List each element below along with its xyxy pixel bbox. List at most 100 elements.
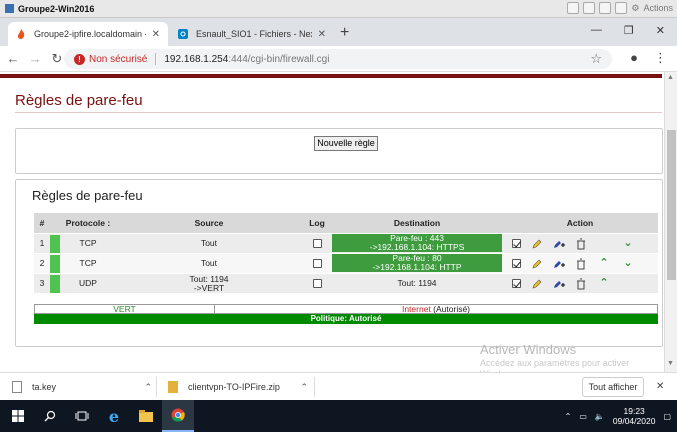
copy-rule-icon[interactable] (553, 258, 565, 270)
file-explorer-icon[interactable] (130, 400, 162, 432)
download-divider (156, 377, 157, 397)
col-destination: Destination (393, 217, 441, 228)
nextcloud-icon (178, 29, 188, 39)
clock-time: 19:23 (623, 406, 645, 416)
row-protocol: TCP (79, 238, 97, 249)
policy-bar: Politique: Autorisé (34, 314, 658, 324)
vm-tool-icon[interactable] (583, 2, 596, 14)
show-all-button[interactable]: Tout afficher (582, 377, 644, 397)
move-down-icon[interactable]: ⌄ (621, 237, 635, 250)
address-bar: ← → ↻ ! Non sécurisé 192.168.1.254 :444/… (0, 46, 677, 72)
forward-arrow-icon[interactable]: → (24, 51, 46, 66)
download-name: clientvpn-TO-IPFire.zip (188, 382, 280, 392)
delete-trash-icon[interactable] (575, 258, 587, 270)
download-item[interactable]: clientvpn-TO-IPFire.zip ⌃ (168, 378, 308, 396)
log-checkbox[interactable] (302, 274, 332, 293)
table-header: # Protocole : Source Log Destination Act… (34, 213, 658, 233)
close-tab-icon[interactable]: ✕ (318, 29, 326, 40)
activation-watermark-title: Activer Windows (480, 342, 577, 357)
move-up-icon[interactable]: ⌃ (597, 277, 611, 290)
vm-title-bar: Groupe2-Win2016 ⚙ Actions (0, 0, 677, 18)
internet-explorer-icon[interactable]: e (98, 400, 130, 432)
zip-file-icon (168, 381, 178, 393)
delete-trash-icon[interactable] (575, 278, 587, 290)
enable-checkbox[interactable] (512, 239, 521, 248)
close-tab-icon[interactable]: ✕ (152, 29, 160, 40)
col-num: # (39, 217, 45, 228)
back-arrow-icon[interactable]: ← (2, 51, 24, 66)
row-actions: ⌄ (502, 234, 658, 253)
row-source: Tout (200, 258, 218, 269)
col-source: Source (194, 217, 224, 228)
chrome-icon[interactable] (162, 400, 194, 432)
vm-gear-icon[interactable]: ⚙ (631, 3, 639, 14)
account-icon[interactable]: ● (630, 50, 638, 66)
enable-checkbox[interactable] (512, 279, 521, 288)
url-path: :444/cgi-bin/firewall.cgi (228, 53, 330, 65)
clock[interactable]: 19:23 09/04/2020 (613, 406, 656, 426)
delete-trash-icon[interactable] (575, 238, 587, 250)
download-item[interactable]: ta.key ⌃ (12, 378, 152, 396)
notifications-icon[interactable]: ▢ (663, 412, 671, 421)
close-window-icon[interactable]: ✕ (656, 24, 665, 37)
tray-chevron-icon[interactable]: ⌃ (565, 412, 572, 421)
move-down-icon[interactable]: ⌄ (621, 257, 635, 270)
copy-rule-icon[interactable] (553, 278, 565, 290)
bookmark-star-icon[interactable]: ☆ (590, 51, 602, 67)
tab-nextcloud[interactable]: Esnault_SIO1 - Fichiers - Nextclo ✕ (170, 22, 334, 46)
url-field[interactable]: ! Non sécurisé 192.168.1.254 :444/cgi-bi… (64, 49, 612, 69)
copy-rule-icon[interactable] (553, 238, 565, 250)
rules-box: Règles de pare-feu # Protocole : Source … (15, 179, 663, 347)
vm-tool-icon[interactable] (567, 2, 580, 14)
windows-start-icon[interactable] (2, 400, 34, 432)
window-controls: — ❐ ✕ (591, 24, 665, 37)
col-action: Action (566, 217, 594, 228)
row-protocol: UDP (79, 278, 97, 289)
taskbar: e ⌃ ▭ 🔈 19:23 09/04/2020 ▢ (0, 400, 677, 432)
legend-red-zone: Internet (Autorisé) (215, 304, 657, 314)
title-divider (15, 112, 662, 113)
move-up-icon[interactable]: ⌃ (597, 257, 611, 270)
page-scrollbar[interactable]: ▲ ▼ (664, 72, 677, 372)
enable-checkbox[interactable] (512, 259, 521, 268)
new-rule-button[interactable]: Nouvelle règle (314, 136, 378, 151)
row-actions: ⌃ ⌄ (502, 254, 658, 273)
source-line: ->VERT (193, 282, 225, 293)
legend-red-note: (Autorisé) (433, 304, 471, 314)
dest-line: ->192.168.1.104: HTTPS (369, 242, 465, 252)
edit-pencil-icon[interactable] (531, 238, 543, 250)
zone-marker (50, 254, 60, 273)
tab-label: Esnault_SIO1 - Fichiers - Nextclo (196, 29, 312, 39)
ipfire-flame-icon (17, 29, 25, 39)
close-downloads-icon[interactable]: ✕ (656, 381, 664, 392)
log-checkbox[interactable] (302, 234, 332, 253)
vm-tool-icon[interactable] (599, 2, 612, 14)
new-tab-button[interactable]: + (340, 24, 349, 42)
menu-kebab-icon[interactable]: ⋮ (654, 50, 667, 66)
chevron-up-icon[interactable]: ⌃ (144, 382, 152, 393)
legend-green-zone: VERT (35, 305, 215, 314)
edit-pencil-icon[interactable] (531, 278, 543, 290)
edit-pencil-icon[interactable] (531, 258, 543, 270)
page-title: Règles de pare-feu (15, 92, 143, 109)
rules-section-title: Règles de pare-feu (32, 188, 143, 203)
vm-tool-icon[interactable] (615, 2, 628, 14)
restore-icon[interactable]: ❐ (624, 24, 634, 37)
tab-ipfire[interactable]: Groupe2-ipfire.localdomain - Règ ✕ (8, 22, 168, 46)
scroll-thumb[interactable] (667, 130, 676, 280)
network-icon[interactable]: ▭ (579, 412, 587, 421)
search-icon[interactable] (34, 400, 66, 432)
scroll-down-icon[interactable]: ▼ (667, 360, 674, 367)
volume-icon[interactable]: 🔈 (595, 412, 605, 421)
scroll-up-icon[interactable]: ▲ (667, 74, 674, 81)
activation-watermark-subtitle: Accédez aux paramètres pour activer Wind… (480, 358, 630, 372)
vm-actions-menu[interactable]: Actions (643, 3, 673, 13)
table-row: 3 UDP Tout: 1194 ->VERT Tout: 1194 ⌃ (34, 273, 658, 293)
minimize-icon[interactable]: — (591, 24, 602, 37)
row-num: 2 (39, 258, 45, 269)
table-row: 1 TCP Tout Pare-feu : 443 ->192.168.1.104… (34, 233, 658, 253)
log-checkbox[interactable] (302, 254, 332, 273)
row-source: Tout: 1194 ->VERT (116, 274, 302, 293)
task-view-icon[interactable] (66, 400, 98, 432)
chevron-up-icon[interactable]: ⌃ (300, 382, 308, 393)
